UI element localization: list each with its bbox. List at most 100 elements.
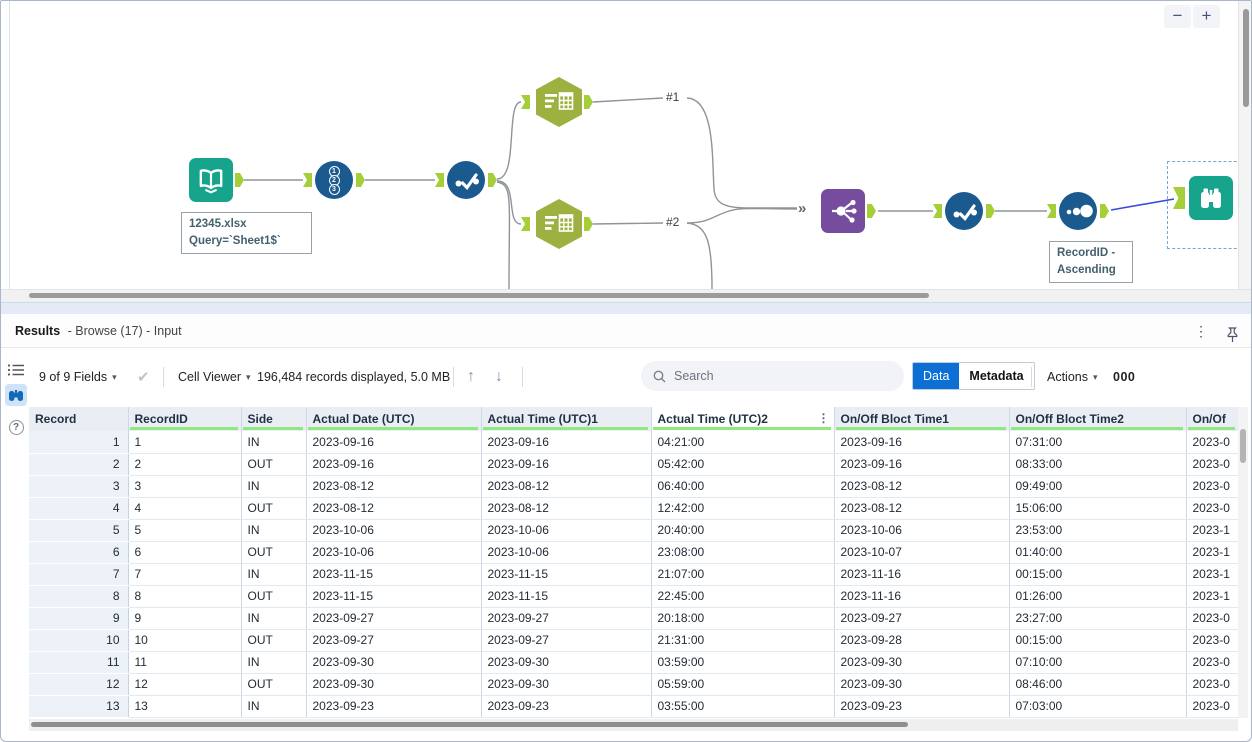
record-number-cell[interactable]: 11: [29, 651, 129, 674]
cell-viewer-dropdown[interactable]: Cell Viewer ▾: [178, 370, 251, 384]
multi-input-anchor[interactable]: »: [798, 200, 806, 217]
table-cell[interactable]: 12: [128, 673, 242, 696]
table-cell[interactable]: 2023-10-07: [834, 541, 1010, 564]
table-cell[interactable]: 00:15:00: [1009, 563, 1187, 586]
table-cell[interactable]: 2023-08-12: [834, 497, 1010, 520]
table-cell[interactable]: 20:40:00: [651, 519, 835, 542]
canvas-horizontal-scroll-thumb[interactable]: [29, 293, 929, 298]
table-cell[interactable]: IN: [241, 607, 307, 630]
table-cell[interactable]: OUT: [241, 585, 307, 608]
table-cell[interactable]: 2023-09-27: [481, 629, 652, 652]
table-cell[interactable]: 21:31:00: [651, 629, 835, 652]
column-header[interactable]: Actual Date (UTC): [306, 407, 482, 431]
table-cell[interactable]: 2023-09-23: [834, 695, 1010, 718]
sort-tool[interactable]: [1059, 192, 1097, 230]
fields-dropdown[interactable]: 9 of 9 Fields ▾: [39, 370, 117, 384]
table-cell[interactable]: 4: [128, 497, 242, 520]
table-cell[interactable]: 2023-0: [1186, 651, 1238, 674]
metadata-tab[interactable]: Metadata: [959, 363, 1034, 389]
record-number-cell[interactable]: 13: [29, 695, 129, 718]
table-cell[interactable]: 2023-08-12: [481, 497, 652, 520]
table-cell[interactable]: OUT: [241, 673, 307, 696]
table-cell[interactable]: 07:10:00: [1009, 651, 1187, 674]
table-cell[interactable]: IN: [241, 475, 307, 498]
table-horizontal-scroll-thumb[interactable]: [31, 722, 908, 727]
table-cell[interactable]: 2023-09-28: [834, 629, 1010, 652]
table-cell[interactable]: 23:53:00: [1009, 519, 1187, 542]
record-number-cell[interactable]: 8: [29, 585, 129, 608]
table-cell[interactable]: 2023-09-16: [306, 431, 482, 454]
table-cell[interactable]: IN: [241, 651, 307, 674]
table-cell[interactable]: OUT: [241, 541, 307, 564]
table-cell[interactable]: 05:59:00: [651, 673, 835, 696]
select-tool-2[interactable]: [945, 192, 983, 230]
table-cell[interactable]: 2023-0: [1186, 629, 1238, 652]
table-cell[interactable]: 08:33:00: [1009, 453, 1187, 476]
search-input[interactable]: [674, 369, 874, 383]
table-cell[interactable]: 7: [128, 563, 242, 586]
table-cell[interactable]: 2023-08-12: [306, 475, 482, 498]
table-cell[interactable]: 2023-09-27: [481, 607, 652, 630]
record-number-cell[interactable]: 6: [29, 541, 129, 564]
data-tab[interactable]: Data: [913, 363, 960, 389]
table-cell[interactable]: 3: [128, 475, 242, 498]
table-cell[interactable]: 2023-11-16: [834, 585, 1010, 608]
table-cell[interactable]: IN: [241, 431, 307, 454]
list-view-icon[interactable]: [5, 359, 27, 381]
table-cell[interactable]: 2023-10-06: [481, 519, 652, 542]
table-cell[interactable]: 5: [128, 519, 242, 542]
table-cell[interactable]: 6: [128, 541, 242, 564]
column-header[interactable]: On/Off Bloct Time2: [1009, 407, 1187, 431]
table-cell[interactable]: 2023-11-15: [306, 585, 482, 608]
table-cell[interactable]: 2023-09-23: [306, 695, 482, 718]
overflow-indicator[interactable]: 000: [1113, 370, 1135, 384]
column-header[interactable]: RecordID: [128, 407, 242, 431]
search-box[interactable]: [641, 361, 904, 391]
table-cell[interactable]: 2023-1: [1186, 519, 1238, 542]
table-cell[interactable]: IN: [241, 563, 307, 586]
column-header[interactable]: Actual Time (UTC)2 ⋮: [651, 407, 835, 431]
table-cell[interactable]: 2023-0: [1186, 453, 1238, 476]
input-data-tool[interactable]: [189, 158, 233, 202]
table-cell[interactable]: OUT: [241, 453, 307, 476]
record-number-cell[interactable]: 5: [29, 519, 129, 542]
table-cell[interactable]: 11: [128, 651, 242, 674]
table-cell[interactable]: 2023-09-16: [481, 431, 652, 454]
sort-annotation[interactable]: RecordID - Ascending: [1049, 241, 1133, 283]
record-number-cell[interactable]: 1: [29, 431, 129, 454]
table-cell[interactable]: 2023-09-27: [834, 607, 1010, 630]
table-cell[interactable]: 2023-10-06: [834, 519, 1010, 542]
table-cell[interactable]: 23:08:00: [651, 541, 835, 564]
table-cell[interactable]: 2023-09-16: [481, 453, 652, 476]
select-tool-1[interactable]: [447, 161, 485, 199]
results-menu-icon[interactable]: ⋮: [1191, 314, 1211, 348]
table-cell[interactable]: 2023-10-06: [481, 541, 652, 564]
record-number-cell[interactable]: 3: [29, 475, 129, 498]
table-cell[interactable]: OUT: [241, 497, 307, 520]
table-cell[interactable]: 2: [128, 453, 242, 476]
table-cell[interactable]: 2023-09-30: [306, 651, 482, 674]
table-cell[interactable]: 2023-08-12: [834, 475, 1010, 498]
help-icon[interactable]: ?: [5, 416, 27, 438]
column-header[interactable]: Side: [241, 407, 307, 431]
table-cell[interactable]: 2023-1: [1186, 541, 1238, 564]
table-cell[interactable]: 2023-09-16: [834, 453, 1010, 476]
table-cell[interactable]: 15:06:00: [1009, 497, 1187, 520]
table-cell[interactable]: 2023-0: [1186, 475, 1238, 498]
column-header[interactable]: Actual Time (UTC)1: [481, 407, 652, 431]
table-cell[interactable]: 2023-0: [1186, 673, 1238, 696]
record-number-cell[interactable]: 10: [29, 629, 129, 652]
table-cell[interactable]: IN: [241, 695, 307, 718]
table-cell[interactable]: 2023-11-16: [834, 563, 1010, 586]
arrow-down-icon[interactable]: ↓: [495, 368, 503, 386]
table-cell[interactable]: 06:40:00: [651, 475, 835, 498]
record-number-cell[interactable]: 4: [29, 497, 129, 520]
table-cell[interactable]: 2023-09-27: [306, 629, 482, 652]
panel-splitter[interactable]: [1, 302, 1251, 314]
table-cell[interactable]: 2023-09-30: [306, 673, 482, 696]
record-id-tool[interactable]: 123: [315, 161, 353, 199]
browse-view-icon[interactable]: [5, 384, 27, 406]
table-vertical-scroll-thumb[interactable]: [1240, 429, 1246, 463]
record-number-cell[interactable]: 2: [29, 453, 129, 476]
table-cell[interactable]: 2023-0: [1186, 607, 1238, 630]
